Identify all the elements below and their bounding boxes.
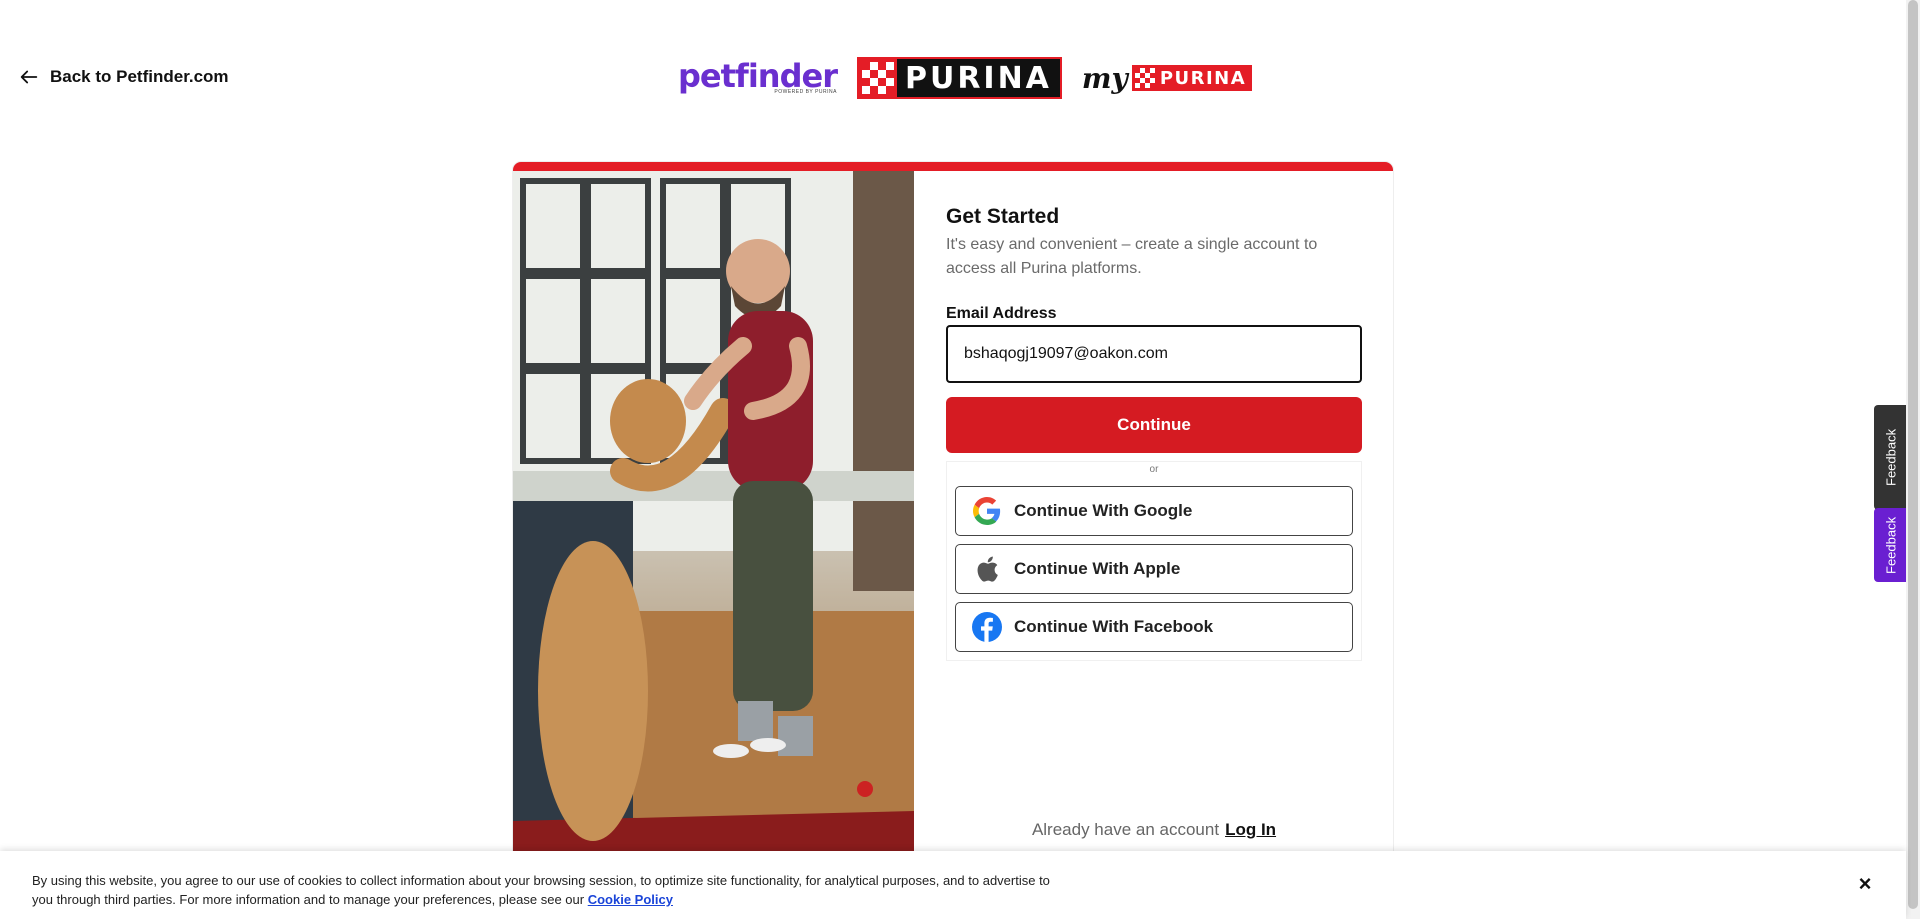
- petfinder-wordmark: petfinder: [678, 57, 838, 95]
- mypurina-logo: my PURINA: [1081, 61, 1253, 95]
- man-dancing-with-dog-illustration: [513, 171, 914, 862]
- cookie-policy-link[interactable]: Cookie Policy: [588, 892, 673, 907]
- login-prompt: Already have an account Log In: [946, 820, 1362, 840]
- back-link-label: Back to Petfinder.com: [50, 67, 229, 86]
- email-field[interactable]: bshaqogj19097@oakon.com: [946, 325, 1362, 383]
- or-divider: or: [1149, 464, 1159, 475]
- signup-form: Get Started It's easy and convenient – c…: [946, 205, 1362, 661]
- continue-with-google-button[interactable]: Continue With Google: [955, 486, 1353, 536]
- page-scrollbar[interactable]: [1906, 0, 1920, 919]
- page-subtitle: It's easy and convenient – create a sing…: [946, 236, 1318, 277]
- card-accent-bar: [513, 162, 1393, 171]
- apple-icon: [972, 554, 1002, 584]
- scrollbar-thumb[interactable]: [1908, 0, 1918, 909]
- feedback-tab-purple-label: Feedback: [1883, 516, 1899, 574]
- purina-logo: PURINA: [856, 57, 1062, 99]
- social-login-group: or Continue With Google Continue With Ap…: [946, 461, 1362, 661]
- continue-with-facebook-button[interactable]: Continue With Facebook: [955, 602, 1353, 652]
- arrow-left-icon: [20, 70, 38, 84]
- page-title: Get Started: [946, 205, 1060, 228]
- hero-photo: [513, 171, 914, 862]
- continue-button[interactable]: Continue: [946, 397, 1362, 453]
- already-have-account-text: Already have an account: [1031, 820, 1220, 839]
- mypurina-wordmark: PURINA: [1159, 67, 1247, 89]
- petfinder-powered-by: POWERED BY PURINA: [774, 89, 837, 95]
- mypurina-my: my: [1081, 61, 1128, 95]
- feedback-tab-dark[interactable]: Feedback: [1874, 405, 1908, 510]
- back-to-petfinder-link[interactable]: Back to Petfinder.com: [18, 66, 229, 88]
- cookie-banner: By using this website, you agree to our …: [0, 851, 1906, 919]
- close-icon[interactable]: ×: [1854, 871, 1876, 896]
- continue-with-apple-button[interactable]: Continue With Apple: [955, 544, 1353, 594]
- email-label: Email Address: [946, 305, 1057, 322]
- cookie-banner-text: By using this website, you agree to our …: [32, 871, 1052, 909]
- brand-logos: petfinder POWERED BY PURINA PURINA my PU…: [678, 56, 1253, 100]
- mypurina-checkerboard-icon: [1134, 68, 1155, 88]
- facebook-icon: [972, 612, 1002, 642]
- feedback-tab-purple[interactable]: Feedback: [1874, 508, 1908, 582]
- petfinder-logo: petfinder POWERED BY PURINA: [678, 57, 838, 95]
- mypurina-box: PURINA: [1131, 65, 1253, 91]
- feedback-tab-dark-label: Feedback: [1883, 428, 1899, 487]
- email-field-value: bshaqogj19097@oakon.com: [964, 345, 1168, 362]
- facebook-button-label: Continue With Facebook: [1014, 617, 1214, 636]
- google-icon: [972, 496, 1002, 526]
- log-in-link[interactable]: Log In: [1225, 820, 1276, 839]
- signup-card: Get Started It's easy and convenient – c…: [513, 162, 1393, 862]
- apple-button-label: Continue With Apple: [1014, 559, 1181, 578]
- google-button-label: Continue With Google: [1014, 501, 1193, 520]
- purina-wordmark: PURINA: [904, 60, 1052, 96]
- purina-checkerboard-icon: [858, 59, 897, 97]
- cookie-message: By using this website, you agree to our …: [32, 873, 1050, 907]
